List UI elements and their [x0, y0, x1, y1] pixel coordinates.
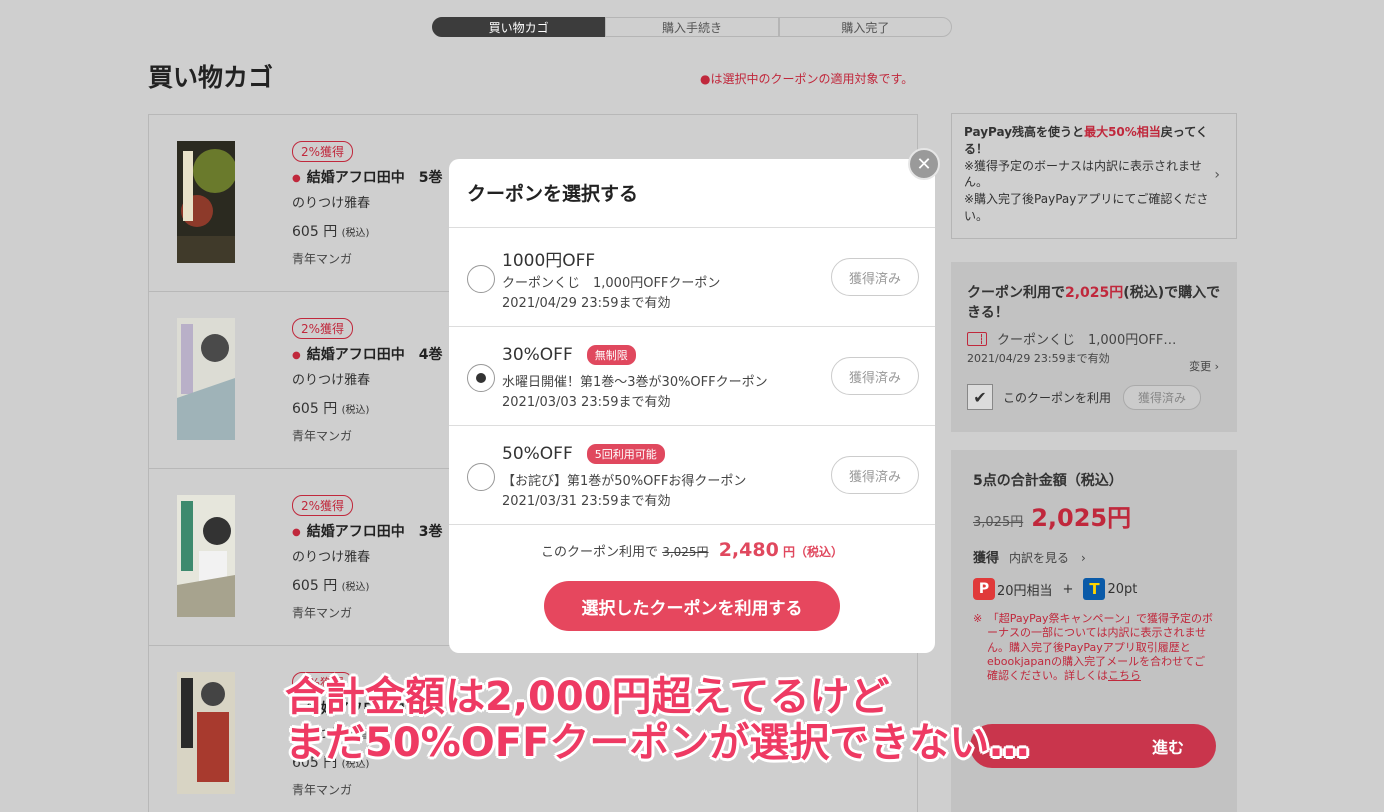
- item-genre: 青年マンガ: [292, 783, 353, 797]
- bonus-row: P 20円相当 + T 20pt: [973, 578, 1215, 600]
- coupon-radio[interactable]: [467, 265, 495, 293]
- coupon-select-modal: クーポンを選択する 1000円OFF クーポンくじ 1,000円OFFクーポン …: [449, 159, 935, 653]
- plus-sign: +: [1062, 581, 1074, 597]
- total-label: 5点の合計金額（税込）: [973, 473, 1123, 489]
- use-coupon-row: ✔ このクーポンを利用 獲得済み: [967, 384, 1202, 410]
- item-author[interactable]: のりつけ雅春: [292, 192, 370, 211]
- item-price: 605 円 (税込): [292, 224, 370, 240]
- coupon-acquired-badge: 獲得済み: [831, 357, 919, 395]
- coupon-name: 30%OFF 無制限: [502, 345, 636, 365]
- item-author[interactable]: のりつけ雅春: [292, 369, 370, 388]
- coupon-name: 1000円OFF: [502, 251, 596, 271]
- bonus-detail-link[interactable]: 内訳を見る ›: [1009, 551, 1086, 565]
- change-coupon-link[interactable]: 変更 ›: [1189, 358, 1219, 374]
- tpoint-bonus: 20pt: [1107, 581, 1138, 597]
- item-title[interactable]: ● 結婚アフロ田中 4巻: [292, 344, 442, 364]
- page-title: 買い物カゴ: [148, 63, 274, 92]
- campaign-note: ※ 「超PayPay祭キャンペーン」で獲得予定のボーナスの一部については内訳に表…: [973, 612, 1213, 683]
- coupon-option[interactable]: 1000円OFF クーポンくじ 1,000円OFFクーポン 2021/04/29…: [449, 228, 935, 326]
- coupon-target-dot: ●: [292, 172, 301, 184]
- caption-line-1: 合計金額は2,000円超えてるけど: [285, 674, 890, 720]
- caption-overlay: 合計金額は2,000円超えてるけど まだ50%OFFクーポンが選択できない…: [285, 674, 1029, 766]
- use-coupon-label: このクーポンを利用: [1003, 390, 1112, 405]
- step-complete: 購入完了: [778, 17, 952, 37]
- tpoint-icon: T: [1083, 578, 1106, 600]
- point-badge: 2%獲得: [292, 318, 354, 339]
- book-cover-image[interactable]: [177, 318, 235, 440]
- divider: [449, 524, 935, 525]
- coupon-target-dot: ●: [292, 526, 301, 538]
- coupon-option[interactable]: 50%OFF 5回利用可能 【お詫び】第1巻が50%OFFお得クーポン 2021/…: [449, 426, 935, 524]
- point-badge: 2%獲得: [292, 495, 354, 516]
- coupon-acquired-badge: 獲得済み: [1123, 384, 1202, 410]
- discounted-total: 2,025円: [1031, 504, 1132, 532]
- coupon-target-dot: ●: [292, 349, 301, 361]
- coupon-summary-panel: クーポン利用で2,025円(税込)で購入できる！ クーポンくじ 1,000円OF…: [951, 262, 1237, 432]
- item-title[interactable]: ● 結婚アフロ田中 3巻: [292, 521, 442, 541]
- ticket-icon: [967, 331, 987, 346]
- use-coupon-checkbox[interactable]: ✔: [967, 384, 993, 410]
- item-genre: 青年マンガ: [292, 606, 353, 620]
- caption-line-2: まだ50%OFFクーポンが選択できない…: [285, 720, 1030, 766]
- coupon-description: 水曜日開催！第1巻～3巻が30%OFFクーポン: [502, 375, 768, 390]
- point-badge: 2%獲得: [292, 141, 354, 162]
- modal-title: クーポンを選択する: [467, 183, 639, 205]
- coupon-acquired-badge: 獲得済み: [831, 258, 919, 296]
- paypay-promo-panel[interactable]: PayPay残高を使うと最大50%相当戻ってくる！ ※獲得予定のボーナスは内訳に…: [951, 113, 1237, 239]
- paypay-headline: PayPay残高を使うと最大50%相当戻ってくる！: [964, 125, 1208, 156]
- item-price: 605 円 (税込): [292, 401, 370, 417]
- book-cover-image[interactable]: [177, 672, 235, 794]
- coupon-radio[interactable]: [467, 463, 495, 491]
- coupon-expiry: 2021/04/29 23:59まで有効: [502, 296, 671, 311]
- coupon-description: 【お詫び】第1巻が50%OFFお得クーポン: [502, 474, 747, 489]
- coupon-expiry: 2021/03/03 23:59まで有効: [502, 395, 671, 410]
- coupon-expiry: 2021/03/31 23:59まで有効: [502, 494, 671, 509]
- coupon-tag: 5回利用可能: [586, 444, 665, 464]
- step-checkout: 購入手続き: [605, 17, 779, 37]
- chevron-right-icon: ›: [1214, 167, 1220, 183]
- original-total: 3,025円: [973, 515, 1024, 530]
- paypay-note-1: ※獲得予定のボーナスは内訳に表示されません。: [964, 158, 1202, 190]
- item-genre: 青年マンガ: [292, 429, 353, 443]
- bonus-detail-row: 獲得 内訳を見る ›: [973, 551, 1086, 566]
- coupon-acquired-badge: 獲得済み: [831, 456, 919, 494]
- book-cover-image[interactable]: [177, 141, 235, 263]
- selected-coupon-name: クーポンくじ 1,000円OFF…: [967, 329, 1221, 348]
- item-author[interactable]: のりつけ雅春: [292, 546, 370, 565]
- coupon-radio-selected[interactable]: [467, 364, 495, 392]
- coupon-summary-headline: クーポン利用で2,025円(税込)で購入できる！: [967, 285, 1221, 321]
- coupon-option[interactable]: 30%OFF 無制限 水曜日開催！第1巻～3巻が30%OFFクーポン 2021/0…: [449, 327, 935, 425]
- step-cart: 買い物カゴ: [432, 17, 606, 37]
- item-price: 605 円 (税込): [292, 578, 370, 594]
- item-title[interactable]: ● 結婚アフロ田中 5巻: [292, 167, 442, 187]
- total-prices: 3,025円 2,025円: [973, 498, 1215, 533]
- checkout-steps: 買い物カゴ 購入手続き 購入完了: [432, 17, 952, 37]
- paypay-icon: P: [973, 578, 995, 600]
- book-cover-image[interactable]: [177, 495, 235, 617]
- selected-coupon-date: 2021/04/29 23:59まで有効: [967, 352, 1110, 366]
- coupon-name: 50%OFF 5回利用可能: [502, 444, 665, 464]
- coupon-description: クーポンくじ 1,000円OFFクーポン: [502, 276, 721, 291]
- apply-coupon-button[interactable]: 選択したクーポンを利用する: [544, 581, 840, 631]
- item-genre: 青年マンガ: [292, 252, 353, 266]
- coupon-tag: 無制限: [586, 345, 636, 365]
- paypay-bonus: 20円相当: [997, 583, 1053, 599]
- coupon-applied-total: このクーポン利用で 3,025円 2,480 円（税込）: [541, 539, 843, 561]
- close-icon[interactable]: ✕: [908, 148, 940, 180]
- paypay-note-2: ※購入完了後PayPayアプリにてご確認ください。: [964, 192, 1209, 223]
- campaign-link[interactable]: こちら: [1108, 669, 1141, 682]
- coupon-target-note: ●は選択中のクーポンの適用対象です。: [700, 72, 914, 86]
